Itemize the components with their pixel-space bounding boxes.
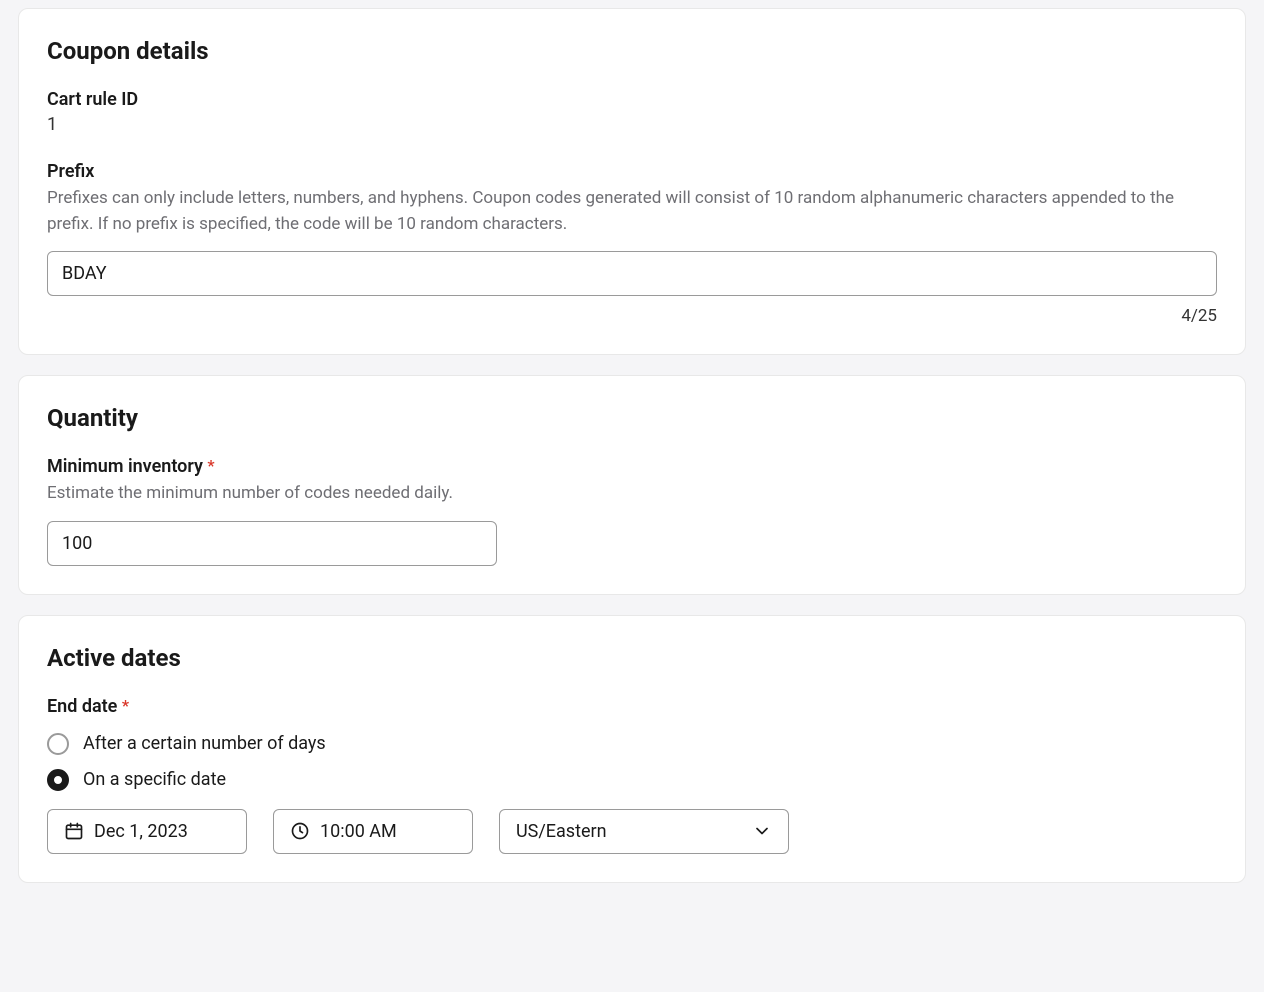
radio-specific-date-label: On a specific date bbox=[83, 769, 226, 790]
required-asterisk-icon: * bbox=[122, 696, 129, 715]
radio-specific-date[interactable]: On a specific date bbox=[47, 769, 1217, 791]
min-inventory-label: Minimum inventory * bbox=[47, 456, 1217, 477]
active-dates-card: Active dates End date * After a certain … bbox=[18, 615, 1246, 883]
coupon-details-title: Coupon details bbox=[47, 37, 1217, 65]
timezone-select[interactable]: US/Eastern bbox=[499, 809, 789, 854]
clock-icon bbox=[290, 821, 310, 841]
active-dates-title: Active dates bbox=[47, 644, 1217, 672]
cart-rule-id-value: 1 bbox=[47, 114, 1217, 135]
cart-rule-id-label: Cart rule ID bbox=[47, 89, 1217, 110]
quantity-title: Quantity bbox=[47, 404, 1217, 432]
coupon-details-card: Coupon details Cart rule ID 1 Prefix Pre… bbox=[18, 8, 1246, 355]
end-date-label-text: End date bbox=[47, 696, 117, 717]
required-asterisk-icon: * bbox=[207, 456, 214, 475]
min-inventory-label-text: Minimum inventory bbox=[47, 456, 203, 477]
prefix-char-count: 4/25 bbox=[47, 306, 1217, 326]
time-picker-value: 10:00 AM bbox=[320, 821, 397, 842]
timezone-value: US/Eastern bbox=[516, 821, 607, 842]
radio-after-days[interactable]: After a certain number of days bbox=[47, 733, 1217, 755]
prefix-input[interactable] bbox=[47, 251, 1217, 296]
date-picker[interactable]: Dec 1, 2023 bbox=[47, 809, 247, 854]
radio-icon-selected bbox=[47, 769, 69, 791]
quantity-card: Quantity Minimum inventory * Estimate th… bbox=[18, 375, 1246, 595]
prefix-label: Prefix bbox=[47, 161, 1217, 182]
radio-after-days-label: After a certain number of days bbox=[83, 733, 326, 754]
end-date-label: End date * bbox=[47, 696, 1217, 717]
chevron-down-icon bbox=[752, 821, 772, 841]
calendar-icon bbox=[64, 821, 84, 841]
min-inventory-description: Estimate the minimum number of codes nee… bbox=[47, 481, 1217, 507]
date-picker-value: Dec 1, 2023 bbox=[94, 821, 188, 842]
date-time-row: Dec 1, 2023 10:00 AM US/Eastern bbox=[47, 809, 1217, 854]
time-picker[interactable]: 10:00 AM bbox=[273, 809, 473, 854]
prefix-description: Prefixes can only include letters, numbe… bbox=[47, 186, 1217, 237]
min-inventory-input[interactable] bbox=[47, 521, 497, 566]
radio-icon bbox=[47, 733, 69, 755]
